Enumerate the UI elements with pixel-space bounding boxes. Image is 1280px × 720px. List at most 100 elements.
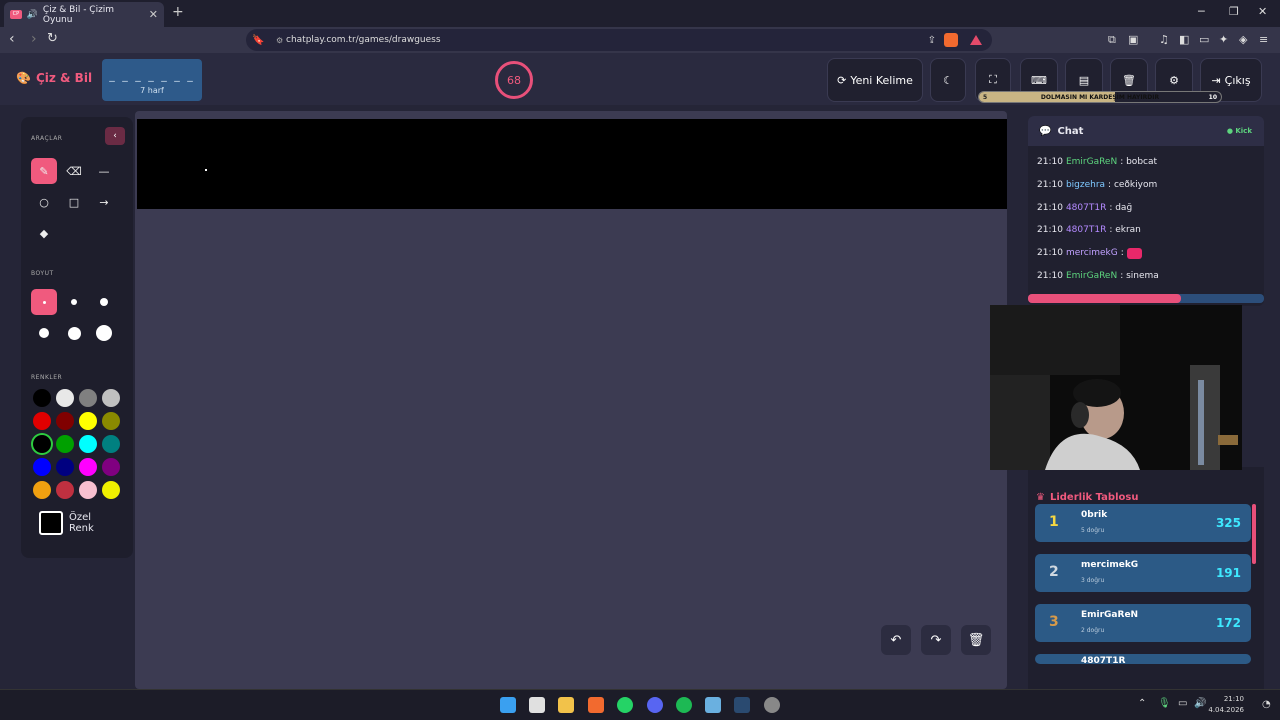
line-tool-button[interactable]: — xyxy=(91,158,117,184)
size-6-button[interactable] xyxy=(91,320,117,346)
vpn-icon[interactable]: ◈ xyxy=(1239,33,1247,46)
eraser-tool-button[interactable]: ⌫ xyxy=(61,158,87,184)
menu-icon[interactable]: ≡ xyxy=(1259,33,1268,46)
color-swatch[interactable] xyxy=(33,435,51,453)
brave-rewards-icon[interactable] xyxy=(970,35,982,45)
rectangle-tool-button[interactable]: □ xyxy=(61,189,87,215)
wallet-icon[interactable]: ▭ xyxy=(1199,33,1209,46)
leaderboard-row: 1 0brik 5 doğru 325 xyxy=(1035,504,1251,542)
new-word-button[interactable]: ⟳ Yeni Kelime xyxy=(827,58,923,102)
mic-icon[interactable]: 🎙 xyxy=(1158,698,1171,709)
word-dashes: _ _ _ _ _ _ _ xyxy=(109,69,195,82)
message-text: : bobcat xyxy=(1120,157,1158,168)
color-swatch[interactable] xyxy=(79,435,97,453)
new-tab-button[interactable]: + xyxy=(172,4,184,20)
undo-button[interactable]: ↶ xyxy=(881,625,911,655)
back-icon[interactable]: ‹ xyxy=(9,31,15,47)
site-info-icon[interactable]: ⚙ xyxy=(276,36,283,45)
rank: 1 xyxy=(1049,514,1059,530)
windows-start-icon[interactable] xyxy=(500,697,516,713)
minimize-icon[interactable]: ─ xyxy=(1198,5,1205,18)
custom-color-swatch[interactable] xyxy=(39,511,63,535)
color-swatch[interactable] xyxy=(79,389,97,407)
volume-icon[interactable]: 🔊 xyxy=(1194,698,1206,709)
size-5-button[interactable] xyxy=(61,320,87,346)
color-swatch[interactable] xyxy=(102,481,120,499)
goal-progress-end: 10 xyxy=(1208,93,1217,101)
brave-shield-icon[interactable] xyxy=(944,33,958,47)
color-swatch[interactable] xyxy=(102,458,120,476)
color-swatch[interactable] xyxy=(56,435,74,453)
collapse-panel-button[interactable]: ‹ xyxy=(105,127,125,145)
circle-tool-button[interactable]: ○ xyxy=(31,189,57,215)
obs-icon[interactable] xyxy=(764,697,780,713)
close-window-icon[interactable]: ✕ xyxy=(1258,5,1267,18)
color-swatch[interactable] xyxy=(56,412,74,430)
color-swatch[interactable] xyxy=(79,481,97,499)
restore-icon[interactable]: ❐ xyxy=(1229,5,1239,18)
message-user: EmirGaReN xyxy=(1065,157,1118,168)
brave-browser-icon[interactable] xyxy=(588,697,604,713)
redo-button[interactable]: ↷ xyxy=(921,625,951,655)
drawing-canvas[interactable]: ↶ ↷ 🗑 xyxy=(135,111,1007,689)
message-user: bigzehra xyxy=(1065,180,1106,191)
color-swatch[interactable] xyxy=(56,389,74,407)
color-swatch[interactable] xyxy=(79,458,97,476)
sidebar-icon[interactable]: ◧ xyxy=(1179,33,1189,46)
fill-tool-button[interactable]: ◆ xyxy=(31,220,57,246)
tools-panel: ARAÇLAR ‹ ✎ ⌫ — ○ □ → ◆ BOYUT RENKLER Öz… xyxy=(21,117,133,558)
refresh-icon: ⟳ xyxy=(837,73,847,87)
address-bar[interactable]: 🔖 ⚙ chatplay.com.tr/games/drawguess ⇪ xyxy=(246,29,992,51)
close-tab-icon[interactable]: ✕ xyxy=(149,8,158,21)
custom-color-button[interactable]: Özel Renk xyxy=(31,511,123,535)
browser-tab[interactable]: CP 🔊 Çiz & Bil - Çizim Oyunu ✕ xyxy=(4,2,164,27)
size-1-button[interactable] xyxy=(31,289,57,315)
logout-icon: ⇥ xyxy=(1211,73,1221,87)
correct-count: 2 doğru xyxy=(1081,627,1105,634)
discord-icon[interactable] xyxy=(647,697,663,713)
steam-icon[interactable] xyxy=(734,697,750,713)
color-swatch[interactable] xyxy=(33,458,51,476)
color-swatch[interactable] xyxy=(33,481,51,499)
color-swatch[interactable] xyxy=(33,389,51,407)
tray-chevron-icon[interactable]: ⌃ xyxy=(1138,698,1146,709)
leaderboard-scrollbar[interactable] xyxy=(1252,504,1256,564)
colors-title: RENKLER xyxy=(31,374,63,381)
chat-message: 21:10 EmirGaReN: bobcat xyxy=(1028,151,1264,174)
music-icon[interactable]: ♫ xyxy=(1159,33,1169,46)
brush-tool-button[interactable]: ✎ xyxy=(31,158,57,184)
notification-icon[interactable]: ◔ xyxy=(1262,699,1271,710)
file-explorer-icon[interactable] xyxy=(558,697,574,713)
size-3-button[interactable] xyxy=(91,289,117,315)
screenshot-icon[interactable]: ▣ xyxy=(1128,33,1138,46)
app-icon[interactable] xyxy=(705,697,721,713)
color-swatch[interactable] xyxy=(56,481,74,499)
color-swatch[interactable] xyxy=(102,412,120,430)
size-4-button[interactable] xyxy=(31,320,57,346)
arrow-tool-button[interactable]: → xyxy=(91,189,117,215)
leo-icon[interactable]: ✦ xyxy=(1219,33,1228,46)
color-swatch[interactable] xyxy=(33,412,51,430)
whatsapp-icon[interactable] xyxy=(617,697,633,713)
taskbar-clock[interactable]: 21:10 4.04.2026 xyxy=(1208,694,1244,716)
new-word-label: Yeni Kelime xyxy=(850,73,913,87)
forward-icon[interactable]: › xyxy=(31,31,37,47)
bookmark-icon[interactable]: 🔖 xyxy=(252,35,264,46)
dark-mode-button[interactable]: ☾ xyxy=(930,58,966,102)
extensions-icon[interactable]: ⧉ xyxy=(1108,33,1116,47)
share-icon[interactable]: ⇪ xyxy=(928,35,936,46)
chat-bubbles-icon: 💬 xyxy=(1039,125,1052,137)
spotify-icon[interactable] xyxy=(676,697,692,713)
size-2-button[interactable] xyxy=(61,289,87,315)
custom-color-label-1: Özel xyxy=(69,512,92,523)
color-swatch[interactable] xyxy=(56,458,74,476)
network-icon[interactable]: ▭ xyxy=(1178,698,1187,709)
color-swatch[interactable] xyxy=(102,435,120,453)
capcut-icon[interactable] xyxy=(529,697,545,713)
leaderboard-row: 2 mercimekG 3 doğru 191 xyxy=(1035,554,1251,592)
color-swatch[interactable] xyxy=(102,389,120,407)
clear-canvas-button[interactable]: 🗑 xyxy=(961,625,991,655)
message-user: EmirGaReN xyxy=(1065,270,1118,281)
color-swatch[interactable] xyxy=(79,412,97,430)
reload-icon[interactable]: ↻ xyxy=(47,31,58,46)
